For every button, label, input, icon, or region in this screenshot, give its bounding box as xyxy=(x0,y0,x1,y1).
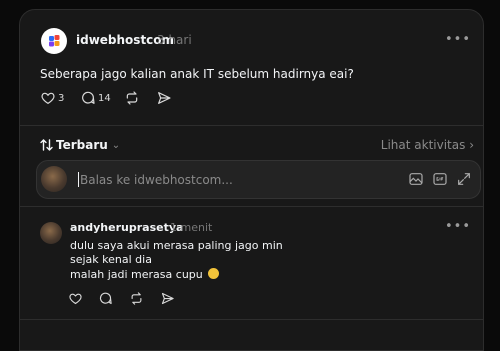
repost-icon xyxy=(126,91,138,105)
view-activity-label: Lihat aktivitas xyxy=(380,138,466,152)
reply-tools xyxy=(408,171,472,187)
post-timestamp[interactable]: 3 hari xyxy=(157,33,192,47)
heart-icon xyxy=(69,293,82,305)
send-icon xyxy=(161,292,174,305)
like-count: 3 xyxy=(58,92,65,104)
comment-line: sejak kenal dia xyxy=(70,253,152,266)
comment-repost-button[interactable] xyxy=(129,291,144,306)
chevron-right-icon: › xyxy=(469,138,474,152)
sort-label: Terbaru xyxy=(56,138,108,152)
post-text: Seberapa jago kalian anak IT sebelum had… xyxy=(40,67,354,81)
divider xyxy=(20,206,483,207)
commenter-username[interactable]: andyheruprasetya xyxy=(70,221,183,234)
view-activity-link[interactable]: Lihat aktivitas › xyxy=(381,138,474,152)
thread-panel: idwebhostcom 3 hari ••• Seberapa jago ka… xyxy=(19,9,484,351)
reply-composer[interactable]: Balas ke idwebhostcom... xyxy=(36,160,481,199)
comment-timestamp[interactable]: 1 menit xyxy=(170,221,212,234)
repost-button[interactable] xyxy=(124,90,140,106)
like-button[interactable]: 3 xyxy=(40,90,64,106)
more-icon[interactable]: ••• xyxy=(445,219,471,234)
comment-share-button[interactable] xyxy=(160,291,175,306)
gif-icon[interactable] xyxy=(432,171,448,187)
comment-icon xyxy=(82,91,95,104)
comment-count: 14 xyxy=(98,92,111,104)
comment-line-text: malah jadi merasa cupu xyxy=(70,268,203,281)
expand-icon[interactable] xyxy=(456,171,472,187)
comment-reply-button[interactable] xyxy=(98,291,113,306)
more-icon[interactable]: ••• xyxy=(445,32,471,47)
current-user-avatar xyxy=(41,166,67,192)
heart-icon xyxy=(41,92,55,105)
comment-icon xyxy=(99,292,112,305)
comment-line: dulu saya akui merasa paling jago min xyxy=(70,239,283,252)
divider xyxy=(20,125,483,126)
commenter-avatar[interactable] xyxy=(40,222,62,244)
sort-dropdown[interactable]: Terbaru ⌄ xyxy=(40,138,120,152)
idwebhost-logo-icon xyxy=(49,35,60,47)
comment-like-button[interactable] xyxy=(68,291,83,306)
chevron-down-icon: ⌄ xyxy=(111,139,121,151)
author-avatar[interactable] xyxy=(41,28,67,54)
comment-button[interactable]: 14 xyxy=(80,90,111,106)
repost-icon xyxy=(131,292,142,305)
divider xyxy=(20,319,483,320)
text-caret xyxy=(78,172,79,187)
comment-line: malah jadi merasa cupu xyxy=(70,268,220,281)
grinning-face-icon xyxy=(208,268,220,279)
image-icon[interactable] xyxy=(408,171,424,187)
send-icon xyxy=(158,92,171,104)
share-button[interactable] xyxy=(156,90,172,106)
sort-icon xyxy=(40,139,53,151)
reply-input[interactable]: Balas ke idwebhostcom... xyxy=(80,173,233,187)
